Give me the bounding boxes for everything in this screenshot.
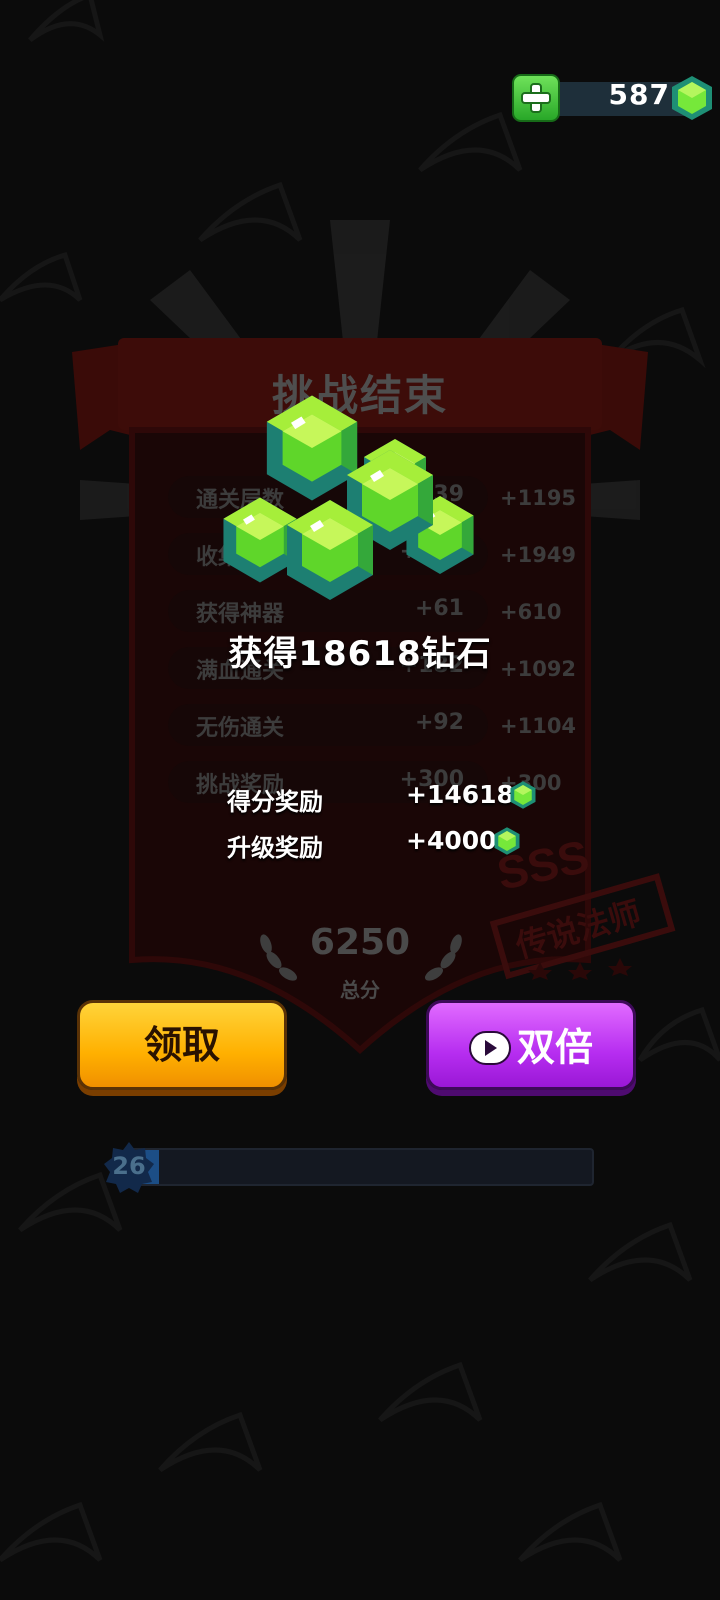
gem-currency-bar: 587 <box>512 74 712 122</box>
gem-icon <box>672 76 712 120</box>
reward-headline: 获得18618钻石 <box>228 634 492 674</box>
double-reward-button[interactable]: 双倍 <box>426 1000 636 1090</box>
gem-icon <box>510 781 536 809</box>
level-bonus-label: 升级奖励 <box>227 834 323 862</box>
gem-icon <box>494 827 520 855</box>
level-number: 26 <box>112 1152 146 1180</box>
stat-total: +1104 <box>500 714 577 738</box>
score-bonus-label: 得分奖励 <box>227 788 323 816</box>
add-gems-button[interactable] <box>512 74 560 122</box>
claim-button[interactable]: 领取 <box>77 1000 287 1090</box>
total-score-label: 总分 <box>340 978 380 1002</box>
stat-label: 无伤通关 <box>196 716 285 741</box>
claim-button-label: 领取 <box>143 1023 220 1067</box>
plus-icon <box>521 83 551 113</box>
stat-value: +92 <box>414 710 464 735</box>
double-button-label: 双倍 <box>516 1025 593 1070</box>
total-score: 6250 <box>309 922 411 963</box>
level-bonus-value: +4000 <box>406 826 497 855</box>
level-progress-bar <box>124 1148 594 1186</box>
stat-row: 无伤通关 +92 <box>168 704 488 746</box>
gem-cluster-icon <box>223 395 474 600</box>
score-bonus-value: +14618 <box>406 780 514 809</box>
video-play-icon <box>468 1030 511 1065</box>
gem-count: 587 <box>608 78 670 111</box>
